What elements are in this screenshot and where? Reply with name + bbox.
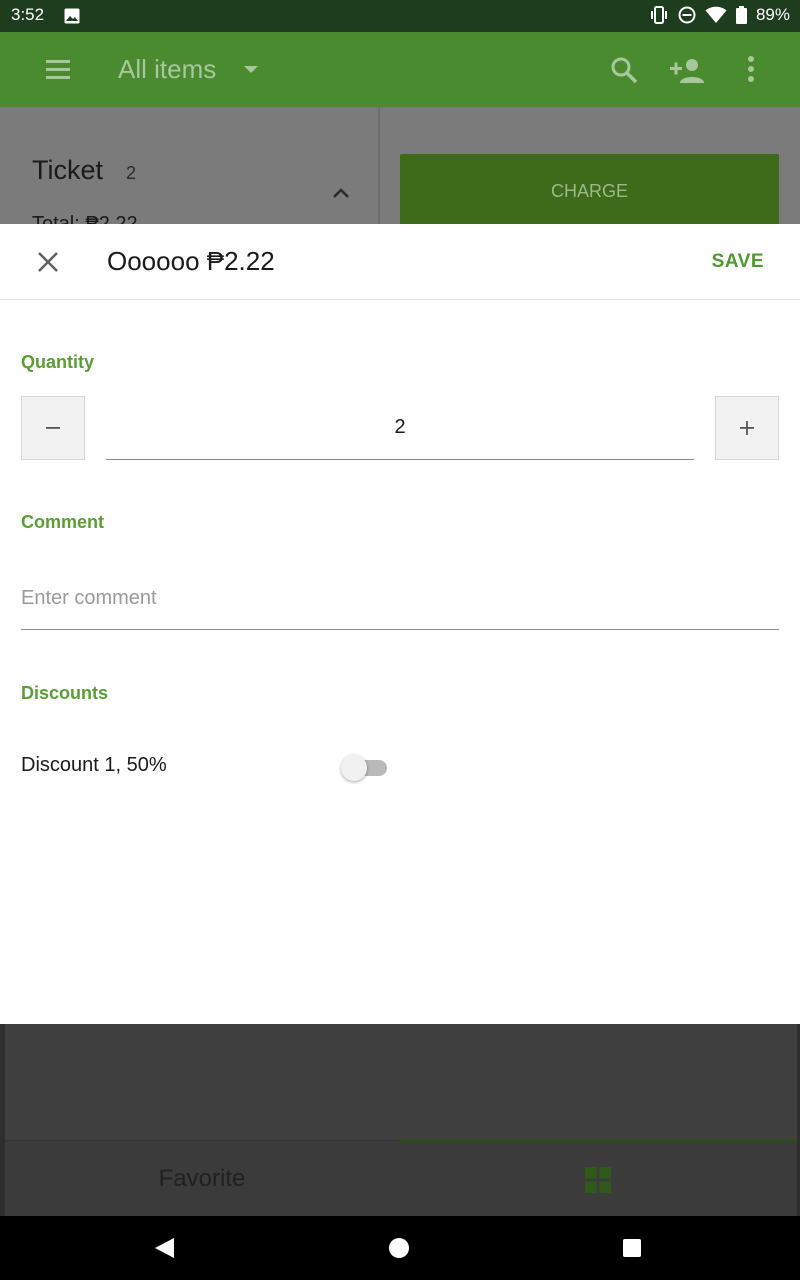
more-vert-icon[interactable] <box>744 54 758 86</box>
chevron-up-icon[interactable] <box>333 187 349 199</box>
image-notification-icon <box>64 8 80 24</box>
dialog-title: Oooooo ₱2.22 <box>107 246 275 276</box>
ticket-total: Total: ₱2.22 <box>32 213 138 224</box>
discount-toggle[interactable] <box>341 754 387 781</box>
ticket-title: Ticket <box>32 155 104 185</box>
decrease-quantity-button[interactable] <box>21 396 85 460</box>
dnd-icon <box>678 6 696 24</box>
quantity-label: Quantity <box>21 352 95 372</box>
close-icon[interactable] <box>36 250 60 274</box>
back-icon[interactable] <box>152 1236 176 1260</box>
recents-icon[interactable] <box>623 1239 641 1257</box>
comment-label: Comment <box>21 512 105 532</box>
increase-quantity-button[interactable] <box>715 396 779 460</box>
discount-row: Discount 1, 50% <box>21 750 401 784</box>
item-grid-area: Favorite <box>0 1024 800 1216</box>
tab-all-items-grid[interactable] <box>399 1139 797 1217</box>
menu-icon[interactable] <box>46 58 72 80</box>
tab-favorite[interactable]: Favorite <box>5 1141 399 1217</box>
save-button[interactable]: SAVE <box>712 251 764 273</box>
grid-icon <box>585 1167 611 1193</box>
plus-icon <box>740 421 754 435</box>
dialog-header: Oooooo ₱2.22 SAVE <box>0 224 800 300</box>
minus-icon <box>46 427 60 429</box>
vibrate-icon <box>650 6 667 24</box>
search-icon[interactable] <box>610 56 638 84</box>
wifi-icon <box>705 6 727 23</box>
ticket-item-count: 2 <box>126 163 137 183</box>
dropdown-caret-icon[interactable] <box>244 66 258 73</box>
discounts-label: Discounts <box>21 683 109 703</box>
home-icon[interactable] <box>389 1238 409 1258</box>
discount-label: Discount 1, 50% <box>21 754 167 776</box>
comment-input[interactable] <box>21 568 779 630</box>
battery-percentage: 89% <box>755 5 790 24</box>
bottom-tabs: Favorite <box>5 1139 797 1217</box>
status-bar: 3:52 89% <box>0 0 800 32</box>
edit-item-dialog: Oooooo ₱2.22 SAVE Quantity Comment Disco… <box>0 224 800 1024</box>
quantity-input[interactable] <box>106 396 694 460</box>
app-toolbar: All items <box>0 32 800 107</box>
status-time: 3:52 <box>11 5 45 24</box>
charge-panel: CHARGE <box>380 107 800 224</box>
category-selector[interactable]: All items <box>118 54 216 85</box>
battery-icon <box>735 6 747 24</box>
system-nav-bar <box>0 1216 800 1280</box>
toggle-thumb <box>341 755 367 781</box>
charge-button[interactable]: CHARGE <box>400 154 779 224</box>
ticket-panel: Ticket 2 Total: ₱2.22 <box>0 107 378 224</box>
add-customer-icon[interactable] <box>670 56 706 84</box>
